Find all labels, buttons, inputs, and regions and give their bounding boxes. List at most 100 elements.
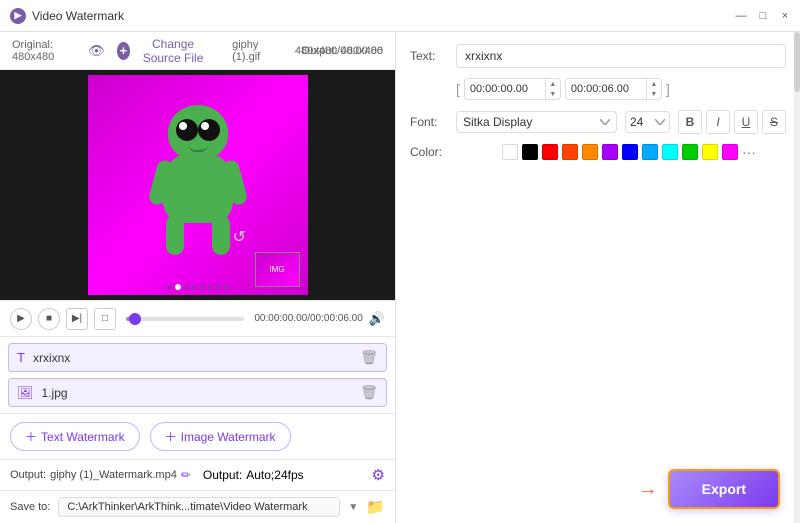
maximize-button[interactable]: □ [756,9,770,23]
stop-button[interactable]: ■ [38,308,60,330]
timeline-dot [192,285,197,290]
plus-icon: ＋ [25,428,37,445]
color-swatch-blue[interactable] [622,144,638,160]
path-dropdown-icon[interactable]: ▼ [348,502,358,513]
italic-button[interactable]: I [706,110,730,134]
time-spin[interactable]: ▲ ▼ [545,79,560,99]
time-down-button[interactable]: ▼ [546,89,560,99]
minimize-button[interactable]: — [734,9,748,23]
font-field-row: Font: Sitka Display 24 B I U S [410,110,786,134]
font-select[interactable]: Sitka Display [456,111,617,133]
color-swatch-green[interactable] [682,144,698,160]
alien-eye-right [198,119,220,141]
color-swatch-magenta[interactable] [722,144,738,160]
delete-watermark-button[interactable]: 🗑 [360,349,378,366]
time-up-button[interactable]: ▲ [647,79,661,89]
timeline-dot [175,284,181,290]
add-text-watermark-button[interactable]: ＋ Text Watermark [10,422,140,451]
title-bar: ▶ Video Watermark — □ × [0,0,800,32]
scrollbar-thumb[interactable] [794,32,800,92]
video-frame: ↺ IMG [88,75,308,295]
export-button[interactable]: Export [668,469,780,509]
strikethrough-button[interactable]: S [762,110,786,134]
color-swatch-purple[interactable] [602,144,618,160]
export-arrow-icon: → [638,478,658,501]
bracket-close: ] [666,81,670,97]
watermark-label: xrxixnx [33,351,352,365]
add-text-label: Text Watermark [41,430,125,444]
output-label: Output: 480x480 [302,45,383,57]
font-size-select[interactable]: 24 [625,111,670,133]
add-watermark-row: ＋ Text Watermark ＋ Image Watermark [0,413,395,459]
alien-leg-left [166,215,184,255]
text-input[interactable] [456,44,786,68]
output-row: Output: giphy (1)_Watermark.mp4 ✏ Output… [0,459,395,490]
time-range-row: [ ▲ ▼ ▲ ▼ ] [456,78,786,100]
original-label: Original: 480x480 [12,39,76,63]
progress-bar[interactable] [126,317,244,321]
watermark-thumbnail[interactable]: IMG [255,252,300,287]
save-path-input[interactable] [58,497,340,517]
timeline-dot [184,285,189,290]
volume-icon[interactable]: 🔊 [369,311,385,327]
folder-icon[interactable]: 📁 [366,498,385,516]
more-colors-icon[interactable]: ··· [742,144,756,160]
color-swatch-orange-red[interactable] [562,144,578,160]
color-swatch-red[interactable] [542,144,558,160]
alien-smile [188,144,208,152]
color-swatch-orange[interactable] [582,144,598,160]
color-swatch-light-blue[interactable] [642,144,658,160]
timeline-dot [167,285,172,290]
progress-thumb[interactable] [129,313,141,325]
close-button[interactable]: × [778,9,792,23]
timeline-dot [208,285,213,290]
settings-icon[interactable]: ⚙ [372,466,385,484]
watermark-list: T xrxixnx 🗑 🖼 1.jpg 🗑 [0,336,395,413]
output-format-field: Output: Auto;24fps [203,468,304,482]
text-label: Text: [410,49,448,63]
right-scrollbar[interactable] [794,32,800,523]
time-down-button[interactable]: ▼ [647,89,661,99]
plus-icon: ＋ [165,428,177,445]
app-icon: ▶ [10,8,26,24]
step-forward-button[interactable]: ▶| [66,308,88,330]
output-filename-field: Output: giphy (1)_Watermark.mp4 ✏ [10,468,191,482]
text-watermark-icon: T [17,350,25,365]
color-field-row: Color: ··· [410,144,786,160]
edit-filename-icon[interactable]: ✏ [181,468,191,482]
font-style-buttons: B I U S [678,110,786,134]
play-button[interactable]: ▶ [10,308,32,330]
add-image-watermark-button[interactable]: ＋ Image Watermark [150,422,291,451]
time-spin[interactable]: ▲ ▼ [646,79,661,99]
bracket-open: [ [456,81,460,97]
video-area: ↺ IMG [0,70,395,300]
time-display: 00:00:00.00/00:00:06.00 [254,313,362,324]
time-end-field[interactable] [566,80,646,98]
timeline-dots [167,284,229,290]
alien-body [163,153,233,223]
delete-watermark-button[interactable]: 🗑 [360,384,378,401]
color-swatch-white[interactable] [502,144,518,160]
timeline-dot [216,285,221,290]
time-start-field[interactable] [465,80,545,98]
add-image-label: Image Watermark [181,430,276,444]
time-end-input[interactable]: ▲ ▼ [565,78,662,100]
alien-leg-right [212,215,230,255]
change-source-button[interactable]: + Change Source File [117,37,212,65]
time-up-button[interactable]: ▲ [546,79,560,89]
color-swatch-cyan[interactable] [662,144,678,160]
time-start-input[interactable]: ▲ ▼ [464,78,561,100]
window-controls[interactable]: — □ × [734,9,792,23]
bold-button[interactable]: B [678,110,702,134]
top-bar: Original: 480x480 👁 + Change Source File… [0,32,395,70]
rotate-icon[interactable]: ↺ [233,227,253,247]
alien-head [168,105,228,160]
save-row: Save to: ▼ 📁 [0,490,395,523]
eye-icon[interactable]: 👁 [88,43,105,59]
clip-button[interactable]: □ [94,308,116,330]
color-swatch-yellow[interactable] [702,144,718,160]
color-label: Color: [410,145,448,159]
underline-button[interactable]: U [734,110,758,134]
color-swatch-black[interactable] [522,144,538,160]
change-source-label: Change Source File [134,37,212,65]
